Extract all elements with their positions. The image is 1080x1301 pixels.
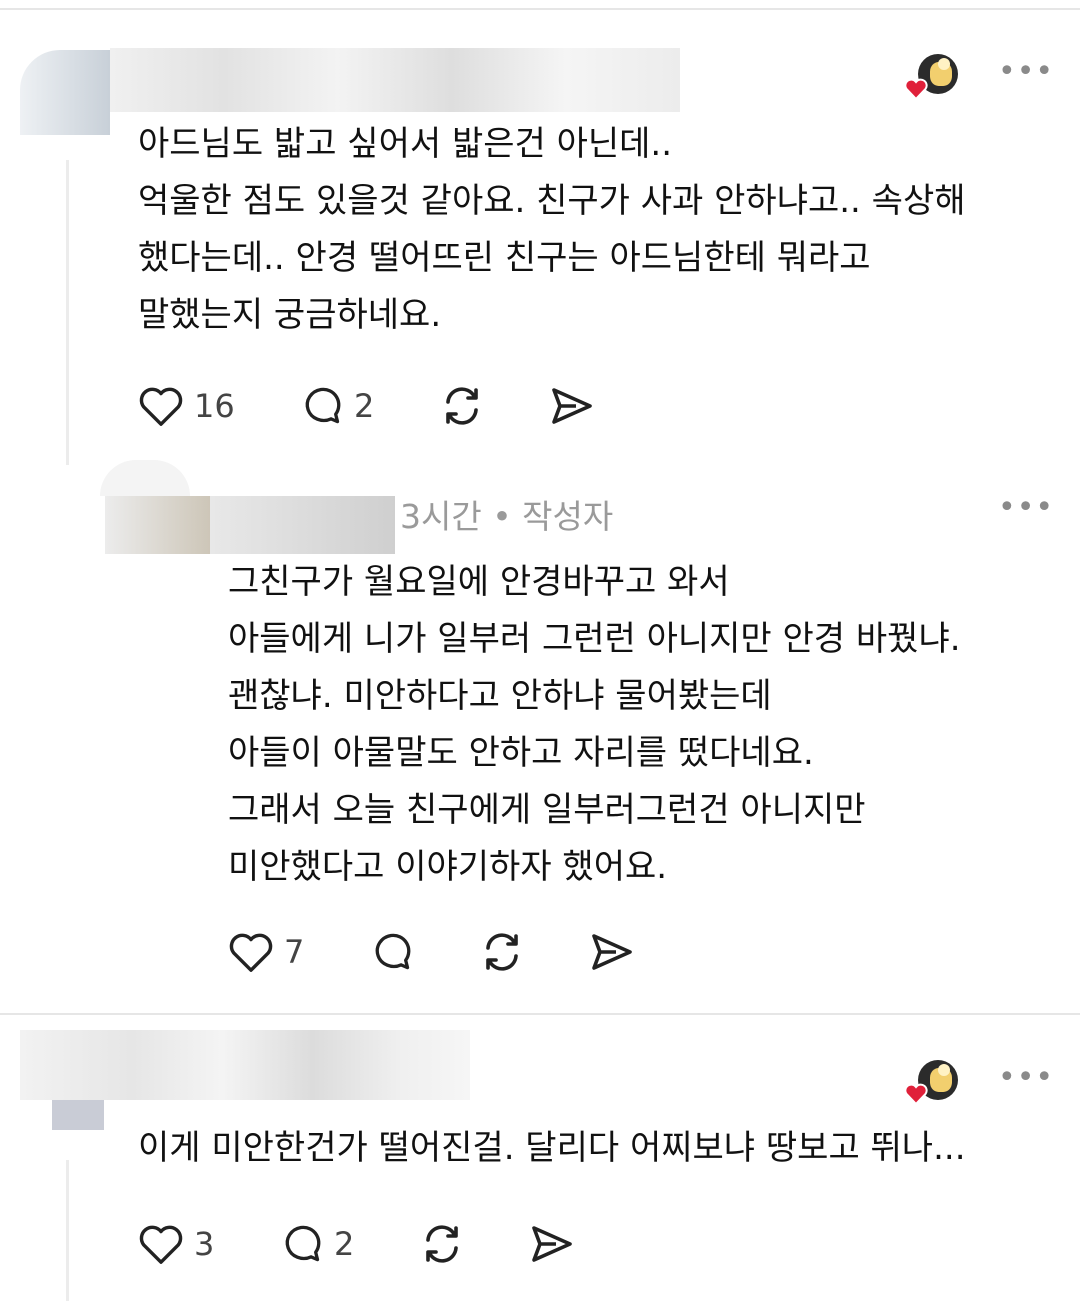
blurred-username xyxy=(20,1030,470,1100)
comment-line: 아드님도 밟고 싶어서 밟은건 아닌데.. xyxy=(138,124,673,164)
like-button[interactable]: 16 xyxy=(138,384,235,428)
heart-badge-icon xyxy=(904,78,928,100)
reply-count: 2 xyxy=(334,1225,355,1263)
comment-line: 미안했다고 이야기하자 했어요. xyxy=(228,847,668,887)
comment-line: 억울한 점도 있을것 같아요. 친구가 사과 안하냐고.. 속상해 xyxy=(138,181,966,221)
repost-icon xyxy=(446,387,478,425)
comment-line: 했다는데.. 안경 떨어뜨린 친구는 아드님한테 뭐라고 xyxy=(138,238,871,278)
blurred-avatar xyxy=(20,50,110,135)
repost-button[interactable] xyxy=(438,384,486,428)
comment-meta: 3시간 • 작성자 xyxy=(400,497,614,536)
share-button[interactable] xyxy=(588,930,636,974)
send-icon xyxy=(552,388,592,424)
like-count: 7 xyxy=(284,933,305,971)
more-dots-icon[interactable]: ••• xyxy=(998,1060,1054,1095)
heart-icon xyxy=(139,1225,183,1264)
repost-button[interactable] xyxy=(478,930,526,974)
share-button[interactable] xyxy=(528,1222,576,1266)
blurred-avatar-top xyxy=(100,460,190,496)
like-count: 16 xyxy=(194,387,235,425)
blurred-username xyxy=(110,48,680,112)
comment-bubble-icon xyxy=(285,1225,321,1262)
top-divider xyxy=(0,8,1080,10)
like-button[interactable]: 7 xyxy=(228,930,304,974)
reply-count: 2 xyxy=(354,387,375,425)
thread-line xyxy=(66,160,69,465)
comment-line: 그친구가 월요일에 안경바꾸고 와서 xyxy=(228,562,730,602)
comment-bubble-icon xyxy=(305,387,341,424)
blurred-avatar xyxy=(105,496,210,554)
more-dots-icon[interactable]: ••• xyxy=(998,54,1054,89)
repost-button[interactable] xyxy=(418,1222,466,1266)
reply-button[interactable]: 2 xyxy=(298,384,374,428)
send-icon xyxy=(592,934,632,970)
comment-divider xyxy=(0,1013,1080,1015)
comment-line: 아들이 아물말도 안하고 자리를 떴다네요. xyxy=(228,733,814,773)
like-button[interactable]: 3 xyxy=(138,1222,214,1266)
comment-bubble-icon xyxy=(375,933,411,970)
heart-badge-icon xyxy=(904,1083,928,1105)
comment-line: 아들에게 니가 일부러 그런런 아니지만 안경 바꿨냐. xyxy=(228,619,961,659)
share-button[interactable] xyxy=(548,384,596,428)
heart-icon xyxy=(229,933,273,972)
comment-line: 이게 미안한건가 떨어진걸. 달리다 어찌보냐 땅보고 뛰나... xyxy=(138,1128,966,1168)
comment-line: 괜찮냐. 미안하다고 안하냐 물어봤는데 xyxy=(228,676,772,716)
more-dots-icon[interactable]: ••• xyxy=(998,490,1054,525)
comment-line: 그래서 오늘 친구에게 일부러그런건 아니지만 xyxy=(228,790,866,830)
reply-button[interactable]: 2 xyxy=(278,1222,354,1266)
comment-line: 말했는지 궁금하네요. xyxy=(138,295,442,335)
blurred-username xyxy=(210,496,395,554)
heart-icon xyxy=(139,387,183,426)
repost-icon xyxy=(426,1225,458,1263)
like-count: 3 xyxy=(194,1225,215,1263)
send-icon xyxy=(532,1226,572,1262)
repost-icon xyxy=(486,933,518,971)
thread-line xyxy=(66,1160,69,1301)
reply-button[interactable] xyxy=(368,930,414,974)
